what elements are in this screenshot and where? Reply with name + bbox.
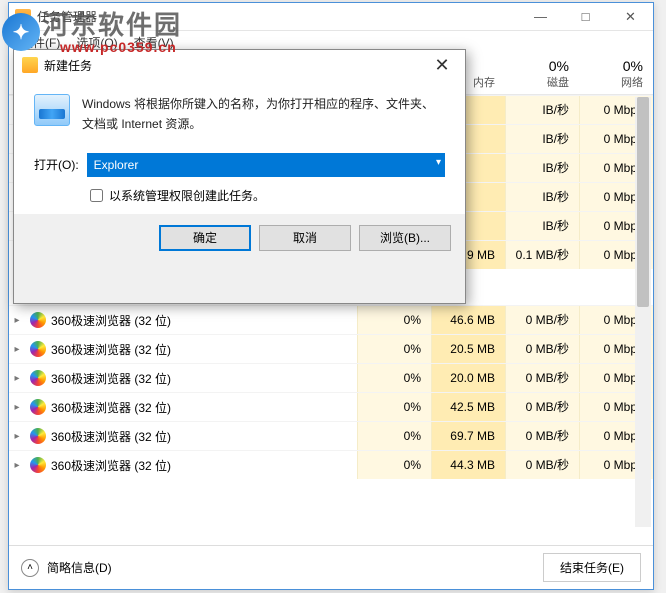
end-task-button[interactable]: 结束任务(E) — [543, 553, 641, 582]
admin-checkbox[interactable] — [90, 189, 103, 202]
process-row[interactable]: ▸360极速浏览器 (32 位)0%20.5 MB0 MB/秒0 Mbps — [9, 334, 653, 363]
cpu-cell: 0% — [357, 393, 431, 421]
process-name: 360极速浏览器 (32 位) — [51, 399, 357, 416]
expand-icon[interactable]: ▸ — [9, 431, 25, 442]
process-row[interactable]: ▸360极速浏览器 (32 位)0%69.7 MB0 MB/秒0 Mbps — [9, 421, 653, 450]
fewer-details-label[interactable]: 简略信息(D) — [47, 559, 543, 576]
process-row[interactable]: ▸360极速浏览器 (32 位)0%44.3 MB0 MB/秒0 Mbps — [9, 450, 653, 479]
footer: ˄ 简略信息(D) 结束任务(E) — [9, 545, 653, 589]
expand-icon[interactable]: ▸ — [9, 373, 25, 384]
mem-cell: 44.3 MB — [431, 451, 505, 479]
process-icon — [29, 398, 47, 416]
disk-cell: IB/秒 — [505, 96, 579, 124]
disk-cell: IB/秒 — [505, 154, 579, 182]
ok-button[interactable]: 确定 — [159, 225, 251, 251]
process-name: 360极速浏览器 (32 位) — [51, 341, 357, 358]
process-row[interactable]: ▸360极速浏览器 (32 位)0%20.0 MB0 MB/秒0 Mbps — [9, 363, 653, 392]
dialog-title: 新建任务 — [44, 57, 427, 74]
open-input[interactable] — [87, 153, 445, 177]
maximize-button[interactable]: □ — [563, 3, 608, 31]
dialog-titlebar: 新建任务 ✕ — [14, 50, 465, 80]
disk-cell: 0.1 MB/秒 — [505, 241, 579, 269]
dialog-icon — [22, 57, 38, 73]
cpu-cell: 0% — [357, 422, 431, 450]
admin-checkbox-label: 以系统管理权限创建此任务。 — [109, 187, 265, 204]
process-row[interactable]: ▸360极速浏览器 (32 位)0%46.6 MB0 MB/秒0 Mbps — [9, 305, 653, 334]
process-name: 360极速浏览器 (32 位) — [51, 428, 357, 445]
mem-cell: 42.5 MB — [431, 393, 505, 421]
expand-icon[interactable]: ▸ — [9, 402, 25, 413]
process-icon — [29, 369, 47, 387]
cpu-cell: 0% — [357, 364, 431, 392]
disk-cell: 0 MB/秒 — [505, 422, 579, 450]
process-name: 360极速浏览器 (32 位) — [51, 457, 357, 474]
open-label: 打开(O): — [34, 156, 79, 173]
process-name: 360极速浏览器 (32 位) — [51, 370, 357, 387]
run-icon — [34, 94, 70, 126]
disk-cell: IB/秒 — [505, 212, 579, 240]
window-title: 任务管理器 — [37, 8, 518, 25]
mem-cell: 20.0 MB — [431, 364, 505, 392]
titlebar: 任务管理器 — □ ✕ — [9, 3, 653, 31]
disk-cell: 0 MB/秒 — [505, 451, 579, 479]
close-button[interactable]: ✕ — [608, 3, 653, 31]
disk-cell: 0 MB/秒 — [505, 364, 579, 392]
process-icon — [29, 456, 47, 474]
fewer-details-icon[interactable]: ˄ — [21, 559, 39, 577]
process-icon — [29, 340, 47, 358]
run-dialog: 新建任务 ✕ Windows 将根据你所键入的名称，为你打开相应的程序、文件夹、… — [13, 49, 466, 304]
app-icon — [15, 9, 31, 25]
open-combobox[interactable]: ▾ — [87, 153, 445, 177]
expand-icon[interactable]: ▸ — [9, 460, 25, 471]
col-disk[interactable]: 0%磁盘 — [505, 54, 579, 94]
cpu-cell: 0% — [357, 335, 431, 363]
minimize-button[interactable]: — — [518, 3, 563, 31]
col-net[interactable]: 0%网络 — [579, 54, 653, 94]
mem-cell: 46.6 MB — [431, 306, 505, 334]
cpu-cell: 0% — [357, 306, 431, 334]
process-icon — [29, 427, 47, 445]
disk-cell: 0 MB/秒 — [505, 393, 579, 421]
mem-cell: 69.7 MB — [431, 422, 505, 450]
process-row[interactable]: ▸360极速浏览器 (32 位)0%42.5 MB0 MB/秒0 Mbps — [9, 392, 653, 421]
expand-icon[interactable]: ▸ — [9, 344, 25, 355]
scrollbar-thumb[interactable] — [637, 97, 649, 307]
dialog-message: Windows 将根据你所键入的名称，为你打开相应的程序、文件夹、文档或 Int… — [82, 94, 445, 135]
disk-cell: IB/秒 — [505, 125, 579, 153]
disk-cell: 0 MB/秒 — [505, 335, 579, 363]
disk-cell: IB/秒 — [505, 183, 579, 211]
dialog-close-button[interactable]: ✕ — [427, 55, 457, 76]
disk-cell: 0 MB/秒 — [505, 306, 579, 334]
cpu-cell: 0% — [357, 451, 431, 479]
cancel-button[interactable]: 取消 — [259, 225, 351, 251]
expand-icon[interactable]: ▸ — [9, 315, 25, 326]
process-name: 360极速浏览器 (32 位) — [51, 312, 357, 329]
mem-cell: 20.5 MB — [431, 335, 505, 363]
browse-button[interactable]: 浏览(B)... — [359, 225, 451, 251]
process-icon — [29, 311, 47, 329]
vertical-scrollbar[interactable] — [635, 97, 651, 527]
